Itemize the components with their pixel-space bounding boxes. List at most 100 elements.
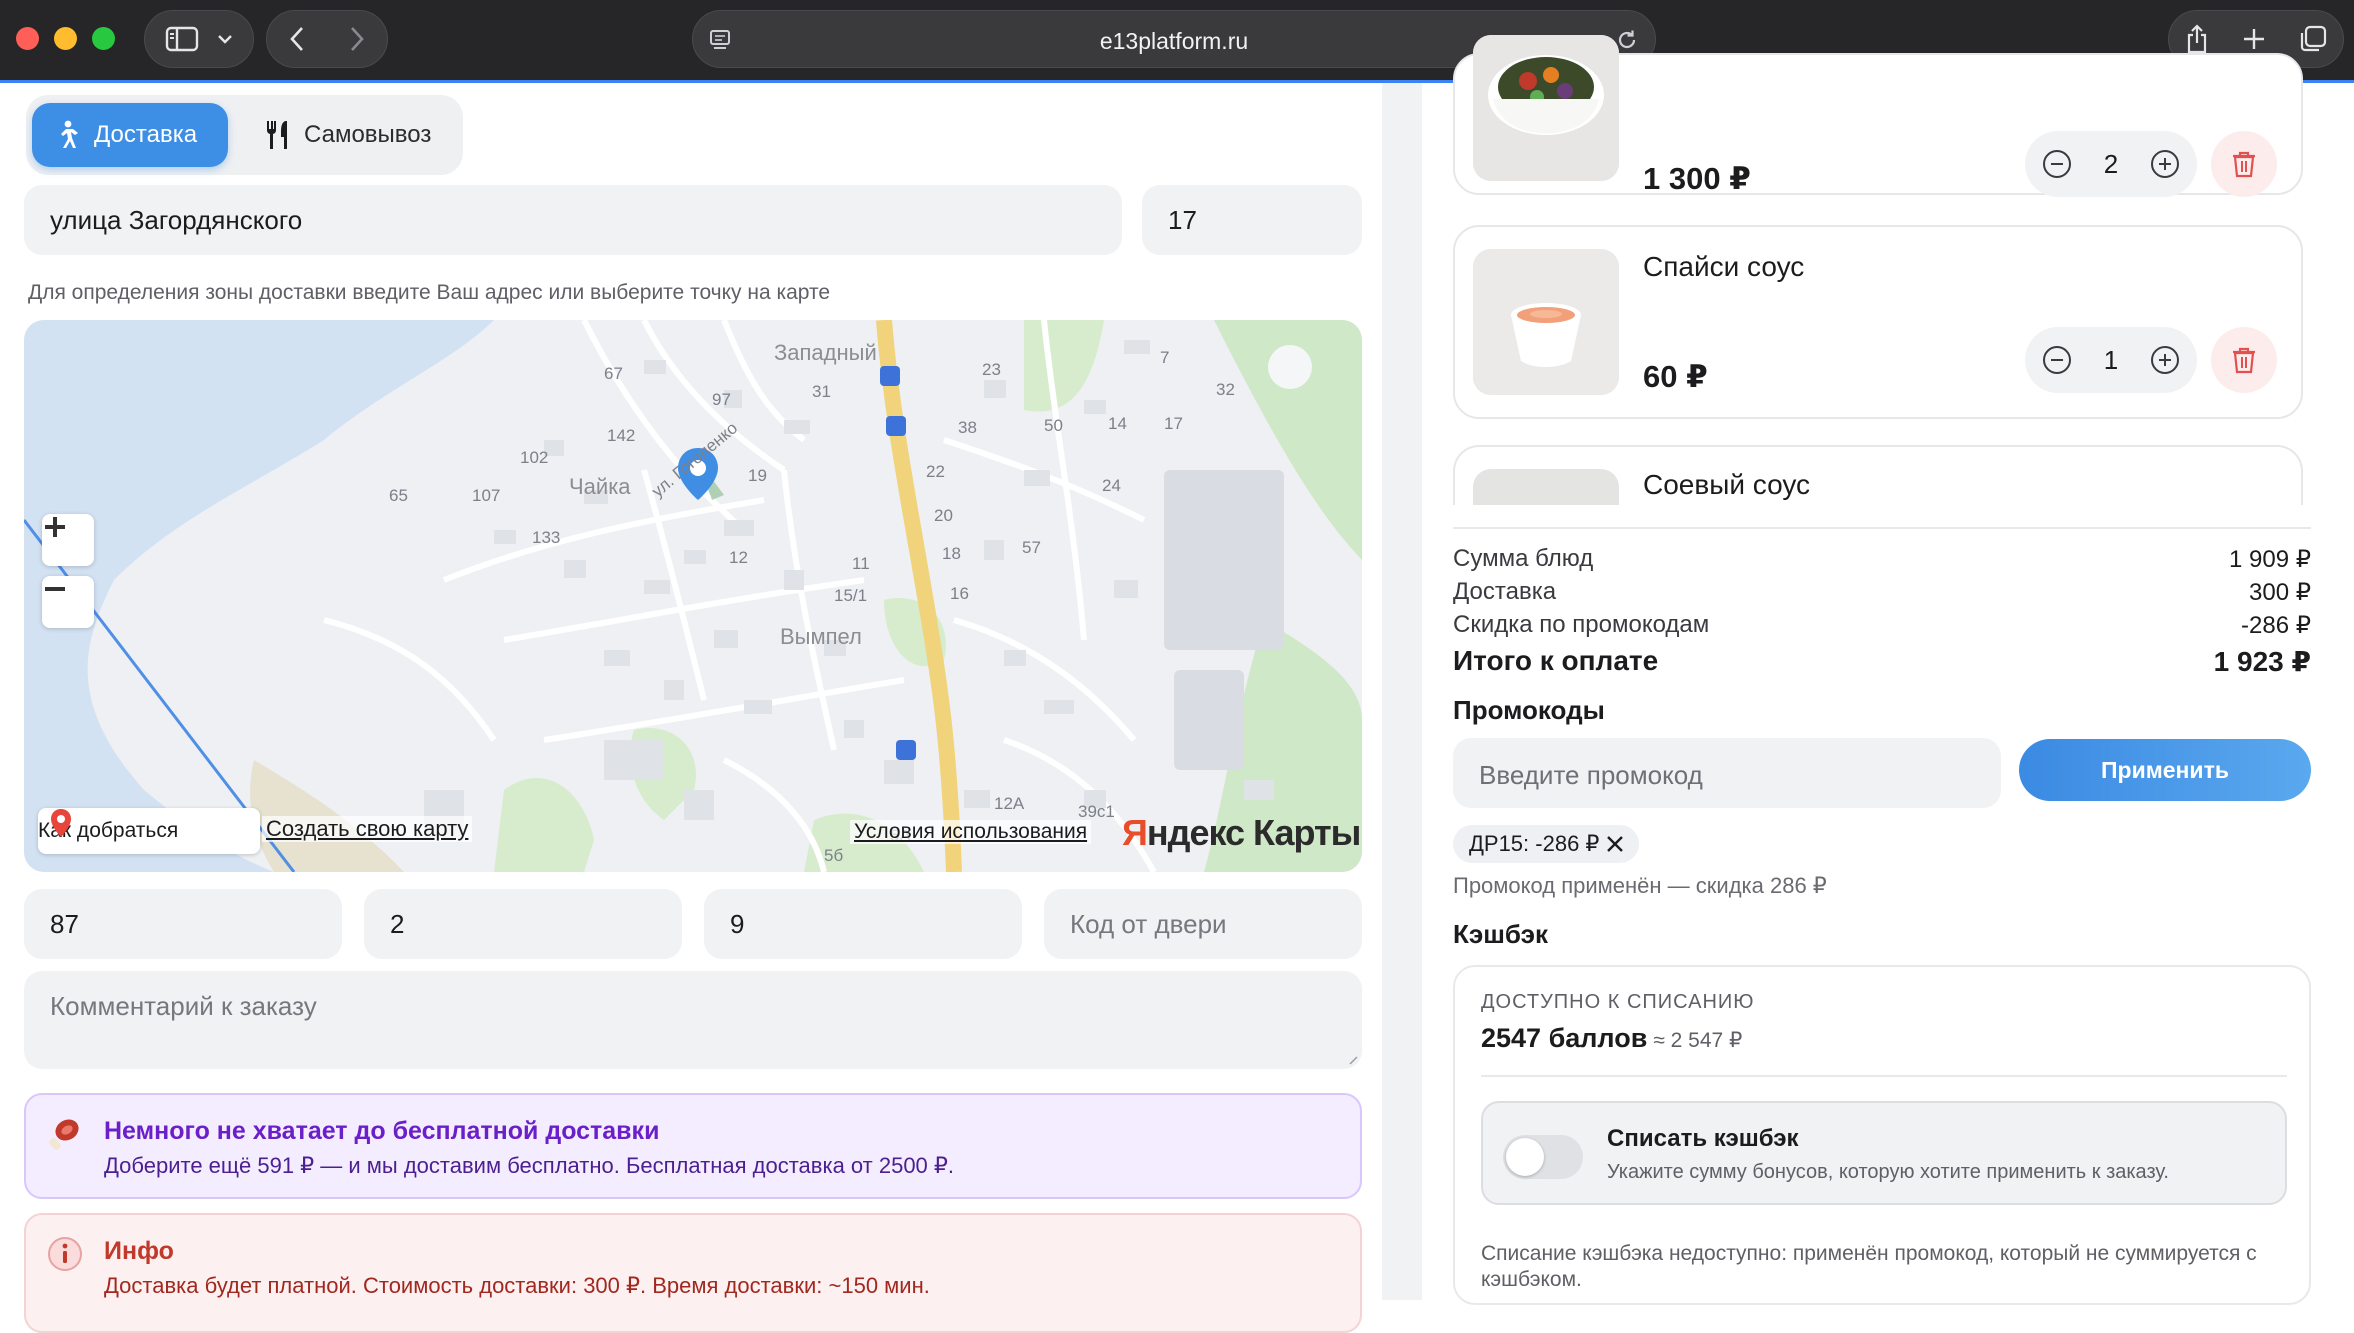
map-tiles bbox=[24, 320, 1362, 872]
map-label: 32 bbox=[1216, 380, 1235, 399]
quantity-stepper: 2 bbox=[2025, 131, 2197, 197]
house-value: 17 bbox=[1168, 204, 1197, 235]
minimize-window-button[interactable] bbox=[54, 27, 77, 50]
apartment-input[interactable]: 87 bbox=[24, 889, 342, 959]
share-icon[interactable] bbox=[2185, 24, 2209, 54]
summary-dishes-value: 1 909 ₽ bbox=[2229, 546, 2311, 573]
trash-icon bbox=[2233, 151, 2255, 178]
trash-icon bbox=[2233, 347, 2255, 374]
history-nav bbox=[266, 10, 388, 68]
zoom-in-button[interactable] bbox=[42, 514, 94, 566]
promo-applied-note: Промокод применён — скидка 286 ₽ bbox=[1453, 873, 1827, 898]
soy-sauce-thumbnail bbox=[1473, 469, 1619, 505]
yandex-maps-logo[interactable]: Яндекс Карты bbox=[1122, 812, 1361, 854]
map-label: 97 bbox=[712, 390, 731, 409]
maximize-window-button[interactable] bbox=[92, 27, 115, 50]
map-label: 20 bbox=[934, 506, 953, 525]
tab-delivery[interactable]: Доставка bbox=[32, 103, 228, 167]
forward-arrow-icon[interactable] bbox=[349, 26, 365, 52]
cashback-unavailable-note: Списание кэшбэка недоступно: применён пр… bbox=[1481, 1242, 2257, 1291]
poke-bowl-thumbnail bbox=[1473, 35, 1619, 181]
cashback-toggle-subtitle: Укажите сумму бонусов, которую хотите пр… bbox=[1607, 1161, 2169, 1183]
map-label: 67 bbox=[604, 364, 623, 383]
sidebar-toggle-button[interactable] bbox=[144, 10, 254, 68]
map-label: 15/1 bbox=[834, 586, 868, 605]
delete-item-button[interactable] bbox=[2211, 131, 2277, 197]
yandex-logo-letter: Я bbox=[1122, 812, 1148, 853]
close-window-button[interactable] bbox=[16, 27, 39, 50]
map-label: 19 bbox=[748, 466, 767, 485]
floor-input[interactable]: 9 bbox=[704, 889, 1022, 959]
quantity-value: 2 bbox=[2103, 148, 2119, 179]
map-label: Чайка bbox=[569, 474, 631, 499]
map-label: 65 bbox=[389, 486, 408, 505]
plus-icon bbox=[45, 517, 65, 537]
back-arrow-icon[interactable] bbox=[289, 26, 305, 52]
cashback-points: 2547 баллов ≈ 2 547 ₽ bbox=[1481, 1023, 1742, 1054]
map-pin-icon bbox=[51, 809, 71, 837]
map-label: 38 bbox=[958, 418, 977, 437]
house-input[interactable]: 17 bbox=[1142, 185, 1362, 255]
cashback-toggle-title: Списать кэшбэк bbox=[1607, 1125, 1799, 1152]
delivery-map[interactable]: Западный Чайка Вымпел ул. Гоголенко 15/1… bbox=[24, 320, 1362, 872]
tab-pickup[interactable]: Самовывоз bbox=[236, 103, 456, 167]
apartment-value: 87 bbox=[50, 908, 79, 939]
summary-total-label: Итого к оплате bbox=[1453, 645, 1659, 676]
cashback-divider bbox=[1481, 1075, 2287, 1077]
map-label: 39с1 bbox=[1078, 802, 1115, 821]
address-hint: Для определения зоны доставки введите Ва… bbox=[28, 281, 831, 304]
meat-icon bbox=[46, 1115, 84, 1153]
map-label: 24 bbox=[1102, 476, 1121, 495]
create-map-link[interactable]: Создать свою карту bbox=[262, 816, 473, 842]
map-label: 31 bbox=[812, 382, 831, 401]
door-code-placeholder: Код от двери bbox=[1070, 908, 1227, 939]
info-notice: Инфо Доставка будет платной. Стоимость д… bbox=[24, 1213, 1362, 1333]
applied-promo-chip: ДР15: -286 ₽ bbox=[1453, 825, 1639, 863]
promo-code-input[interactable]: Введите промокод bbox=[1453, 738, 2001, 808]
minus-circle-icon[interactable] bbox=[2041, 344, 2073, 376]
minus-icon bbox=[45, 587, 65, 591]
cashback-card: ДОСТУПНО К СПИСАНИЮ 2547 баллов ≈ 2 547 ₽… bbox=[1453, 965, 2311, 1305]
free-delivery-title: Немного не хватает до бесплатной доставк… bbox=[104, 1117, 660, 1145]
new-tab-icon[interactable] bbox=[2242, 27, 2266, 51]
map-label: 14 bbox=[1108, 414, 1127, 433]
remove-promo-icon[interactable] bbox=[1605, 834, 1625, 854]
cart-item-price: 60 ₽ bbox=[1643, 359, 1708, 394]
plus-circle-icon[interactable] bbox=[2149, 344, 2181, 376]
order-comment-textarea[interactable]: Комментарий к заказу bbox=[24, 971, 1362, 1069]
cart-item-name: Спайси соус bbox=[1643, 251, 1805, 282]
map-label: Вымпел bbox=[780, 624, 862, 649]
cart-item-name: Соевый соус bbox=[1643, 469, 1811, 500]
terms-link[interactable]: Условия использования bbox=[850, 820, 1092, 844]
delivery-mode-tabs: Доставка Самовывоз bbox=[26, 95, 463, 175]
resize-handle-icon[interactable] bbox=[1348, 1055, 1358, 1065]
map-label: 18 bbox=[942, 544, 961, 563]
toggle-knob bbox=[1506, 1138, 1544, 1176]
summary-discount-label: Скидка по промокодам bbox=[1453, 611, 1710, 638]
minus-circle-icon[interactable] bbox=[2041, 148, 2073, 180]
tab-delivery-label: Доставка bbox=[94, 121, 198, 148]
cart-item: Спайси соус 60 ₽ 1 bbox=[1453, 225, 2303, 419]
cashback-approx-value: ≈ 2 547 ₽ bbox=[1653, 1029, 1743, 1052]
zoom-out-button[interactable] bbox=[42, 576, 94, 628]
cart-item: Соевый соус bbox=[1453, 445, 2303, 505]
entrance-input[interactable]: 2 bbox=[364, 889, 682, 959]
route-button[interactable]: Как добраться bbox=[38, 808, 260, 854]
quantity-stepper: 1 bbox=[2025, 327, 2197, 393]
tab-overview-icon[interactable] bbox=[2299, 25, 2327, 53]
street-input[interactable]: улица Загордянского bbox=[24, 185, 1122, 255]
street-value: улица Загордянского bbox=[50, 204, 303, 235]
summary-delivery-row: Доставка 300 ₽ bbox=[1453, 578, 2311, 606]
cashback-toggle[interactable] bbox=[1503, 1135, 1583, 1179]
apply-promo-button[interactable]: Применить bbox=[2019, 739, 2311, 801]
info-title: Инфо bbox=[104, 1237, 174, 1265]
plus-circle-icon[interactable] bbox=[2149, 148, 2181, 180]
map-label: 23 bbox=[982, 360, 1001, 379]
entrance-value: 2 bbox=[390, 908, 405, 939]
delete-item-button[interactable] bbox=[2211, 327, 2277, 393]
summary-discount-value: -286 ₽ bbox=[2241, 612, 2311, 639]
door-code-input[interactable]: Код от двери bbox=[1044, 889, 1362, 959]
map-label: 7 bbox=[1160, 348, 1170, 367]
floor-value: 9 bbox=[730, 908, 745, 939]
summary-total-row: Итого к оплате 1 923 ₽ bbox=[1453, 645, 2311, 677]
